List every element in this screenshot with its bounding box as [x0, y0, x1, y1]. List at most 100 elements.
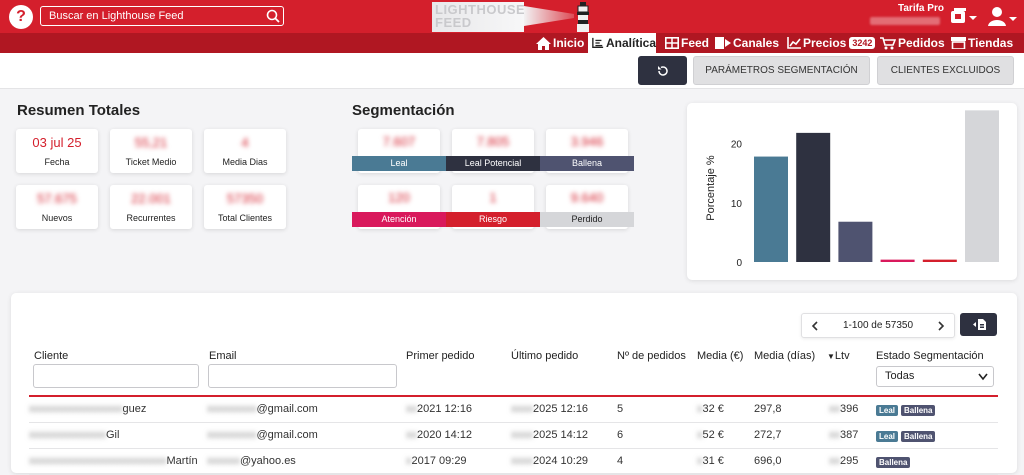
nav-inicio[interactable]: Inicio: [536, 33, 584, 53]
file-export-icon: [973, 319, 986, 330]
search-box[interactable]: [40, 6, 284, 26]
nav-analitica[interactable]: Analítica: [588, 33, 656, 53]
segment-value: 1: [489, 190, 497, 205]
segment-card-atencion[interactable]: 120 Atención: [352, 185, 446, 229]
segment-tag: Ballena: [876, 457, 911, 468]
col-cliente[interactable]: Cliente: [34, 350, 68, 362]
cell-num-pedidos: 6: [617, 429, 623, 441]
col-num-pedidos[interactable]: Nº de pedidos: [617, 350, 686, 362]
bar-perdido[interactable]: [965, 110, 999, 262]
cell-text: 31 €: [702, 455, 724, 467]
card-value: 57350: [226, 191, 264, 206]
logo-line2: FEED: [435, 15, 472, 30]
segment-label: Riesgo: [446, 212, 540, 227]
estado-filter-select[interactable]: Todas: [876, 366, 994, 387]
redacted-text: xxxx: [511, 403, 533, 415]
user-menu-icon[interactable]: [988, 6, 1018, 28]
cell-num-pedidos: 5: [617, 403, 623, 415]
table-row[interactable]: xxxxxxxxxxxxxxxxxxxxxxxxxMartín xxxxxx@ya…: [29, 449, 998, 475]
nav-label: Tiendas: [968, 36, 1014, 50]
chevron-left-icon[interactable]: [810, 320, 820, 331]
cell-ultimo-pedido: xxxx2024 10:29: [511, 455, 588, 467]
cell-email: xxxxxx@yahoo.es: [207, 455, 296, 467]
search-icon[interactable]: [263, 7, 283, 25]
redacted-text: x: [697, 455, 703, 467]
bar-leal[interactable]: [754, 156, 788, 262]
segment-card-leal-potencial[interactable]: 7.805 Leal Potencial: [446, 129, 540, 173]
segment-card-ballena[interactable]: 3.946 Ballena: [540, 129, 634, 173]
card-value: 4: [241, 135, 249, 150]
nav-feed[interactable]: Feed: [665, 33, 709, 53]
cell-email: xxxxxxxxx@gmail.com: [207, 429, 318, 441]
cell-media-eur: x31 €: [697, 455, 724, 467]
cell-primer-pedido: xx2020 14:12: [406, 429, 472, 441]
bar-leal-potencial[interactable]: [796, 132, 831, 262]
col-media-dias[interactable]: Media (días): [754, 350, 815, 362]
col-ltv[interactable]: ▼Ltv: [827, 350, 850, 362]
bar-atención[interactable]: [880, 259, 915, 262]
col-primer-pedido[interactable]: Primer pedido: [406, 350, 474, 362]
bar-ballena[interactable]: [838, 221, 873, 262]
cell-text: 295: [840, 455, 859, 467]
col-email[interactable]: Email: [209, 350, 237, 362]
y-tick-label: 20: [731, 140, 743, 151]
segment-card-leal[interactable]: 7.607 Leal: [352, 129, 446, 173]
col-ultimo-pedido[interactable]: Último pedido: [511, 350, 578, 362]
cell-ultimo-pedido: xxxx2025 12:16: [511, 403, 588, 415]
nav-pedidos[interactable]: Pedidos: [880, 33, 945, 53]
export-button[interactable]: [960, 313, 997, 336]
redacted-text: x: [406, 455, 412, 467]
redacted-text: xxxx: [511, 455, 533, 467]
segmentation-chart-panel: Porcentaje % 0 10 20: [687, 103, 1017, 280]
card-value: 03 jul 25: [32, 135, 82, 150]
cell-text: 2017 09:29: [411, 455, 467, 467]
cell-text: @yahoo.es: [240, 455, 296, 467]
sort-desc-icon: ▼: [827, 352, 835, 361]
redacted-text: x: [697, 429, 703, 441]
lighthouse-feed-logo[interactable]: LIGHTHOUSE FEED: [432, 2, 592, 32]
y-axis-label: Porcentaje %: [705, 155, 717, 221]
nav-precios[interactable]: Precios 3242: [787, 33, 876, 53]
chevron-right-icon[interactable]: [936, 320, 946, 331]
nav-tiendas[interactable]: Tiendas: [951, 33, 1013, 53]
refresh-icon: [657, 65, 668, 76]
bar-riesgo[interactable]: [922, 259, 957, 262]
segmentation-params-button[interactable]: PARÁMETROS SEGMENTACIÓN: [693, 56, 870, 85]
segmentation-bar-chart: Porcentaje % 0 10 20: [705, 110, 999, 269]
cell-text: Gil: [106, 429, 120, 441]
cell-text: 396: [840, 403, 859, 415]
refresh-button[interactable]: [638, 56, 687, 85]
cell-media-eur: x32 €: [697, 403, 724, 415]
cell-text: 2025 14:12: [533, 429, 589, 441]
nav-canales[interactable]: Canales: [715, 33, 779, 53]
store-switcher-icon[interactable]: [949, 7, 977, 27]
cell-text: 32 €: [702, 403, 724, 415]
card-label: Ticket Medio: [125, 157, 177, 167]
segment-label: Perdido: [540, 212, 634, 227]
cell-text: 2024 10:29: [533, 455, 589, 467]
cell-text: 2021 12:16: [417, 403, 473, 415]
segment-card-perdido[interactable]: 9.640 Perdido: [540, 185, 634, 229]
card-label: Nuevos: [41, 213, 73, 223]
summary-card-total-clientes: 57350 Total Clientes: [204, 185, 286, 229]
chart-icon: [787, 37, 801, 49]
redacted-text: xxxxxxxxx: [207, 429, 257, 441]
summary-card-ticket: 55,21 Ticket Medio: [110, 129, 192, 173]
segment-label: Ballena: [540, 156, 634, 171]
cell-text: @gmail.com: [256, 429, 318, 441]
table-row[interactable]: xxxxxxxxxxxxxxGil xxxxxxxxx@gmail.com xx20…: [29, 423, 998, 449]
cliente-filter-input[interactable]: [33, 364, 199, 388]
help-button[interactable]: ?: [9, 5, 33, 29]
table-row[interactable]: xxxxxxxxxxxxxxxxxguez xxxxxxxxx@gmail.com…: [29, 397, 998, 423]
nav-label: Precios: [803, 36, 847, 50]
col-media-eur[interactable]: Media (€): [697, 350, 743, 362]
segment-tag: Ballena: [901, 405, 936, 416]
cell-text: guez: [122, 403, 147, 415]
excluded-clients-button[interactable]: CLIENTES EXCLUIDOS: [877, 56, 1014, 85]
email-filter-input[interactable]: [208, 364, 397, 388]
segment-card-riesgo[interactable]: 1 Riesgo: [446, 185, 540, 229]
cell-primer-pedido: xx2021 12:16: [406, 403, 472, 415]
col-estado[interactable]: Estado Segmentación: [876, 350, 984, 362]
search-input[interactable]: [41, 10, 263, 22]
grid-icon: [665, 37, 679, 49]
